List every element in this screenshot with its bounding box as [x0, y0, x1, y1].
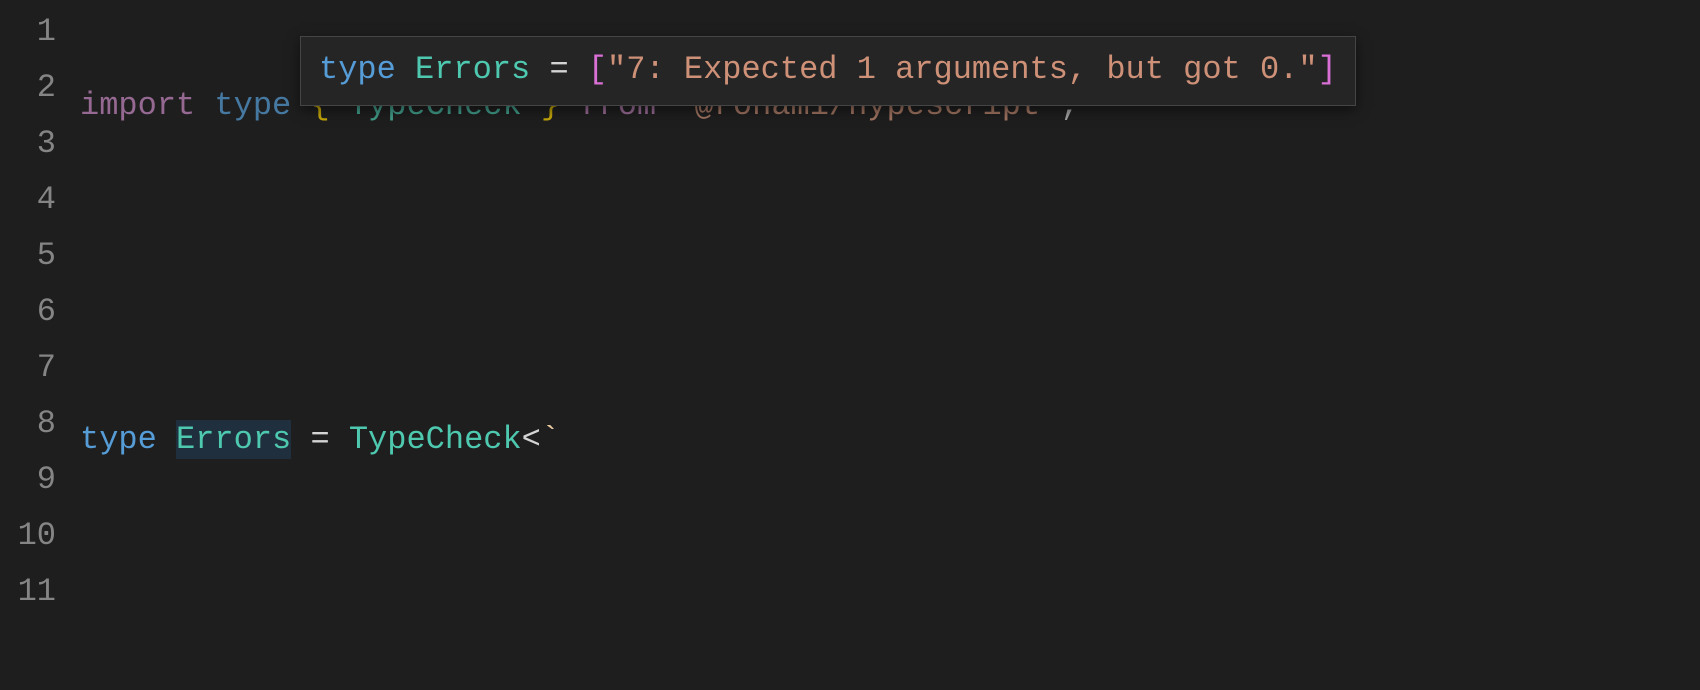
line-number: 9	[0, 452, 56, 508]
line-number: 8	[0, 396, 56, 452]
backtick-open: `	[541, 421, 560, 458]
type-errors: Errors	[176, 420, 291, 459]
line-number: 11	[0, 564, 56, 620]
tooltip-type-errors: Errors	[415, 51, 530, 88]
line-number-gutter: 1 2 3 4 5 6 7 8 9 10 11	[0, 0, 80, 690]
type-typecheck: TypeCheck	[349, 421, 522, 458]
tooltip-bracket-close: ]	[1318, 51, 1337, 88]
tooltip-equals: =	[549, 51, 568, 88]
angle-open: <	[522, 421, 541, 458]
code-area[interactable]: import type { TypeCheck } from '@ronami/…	[80, 0, 1700, 690]
equals: =	[310, 421, 329, 458]
line-number: 2	[0, 60, 56, 116]
line-number: 3	[0, 116, 56, 172]
line-number: 6	[0, 284, 56, 340]
line-number: 4	[0, 172, 56, 228]
tooltip-keyword-type: type	[319, 51, 396, 88]
tooltip-string: "7: Expected 1 arguments, but got 0."	[607, 51, 1318, 88]
code-editor[interactable]: 1 2 3 4 5 6 7 8 9 10 11 import type { Ty…	[0, 0, 1700, 690]
code-line-2[interactable]	[80, 245, 1700, 301]
code-line-3[interactable]: type Errors = TypeCheck<`	[80, 412, 1700, 468]
keyword-type: type	[214, 87, 291, 124]
keyword-import: import	[80, 87, 195, 124]
line-number: 7	[0, 340, 56, 396]
line-number: 5	[0, 228, 56, 284]
line-number: 10	[0, 508, 56, 564]
keyword-type: type	[80, 421, 157, 458]
hover-tooltip: type Errors = ["7: Expected 1 arguments,…	[300, 36, 1356, 106]
line-number: 1	[0, 4, 56, 60]
code-line-4[interactable]	[80, 579, 1700, 635]
tooltip-bracket-open: [	[588, 51, 607, 88]
